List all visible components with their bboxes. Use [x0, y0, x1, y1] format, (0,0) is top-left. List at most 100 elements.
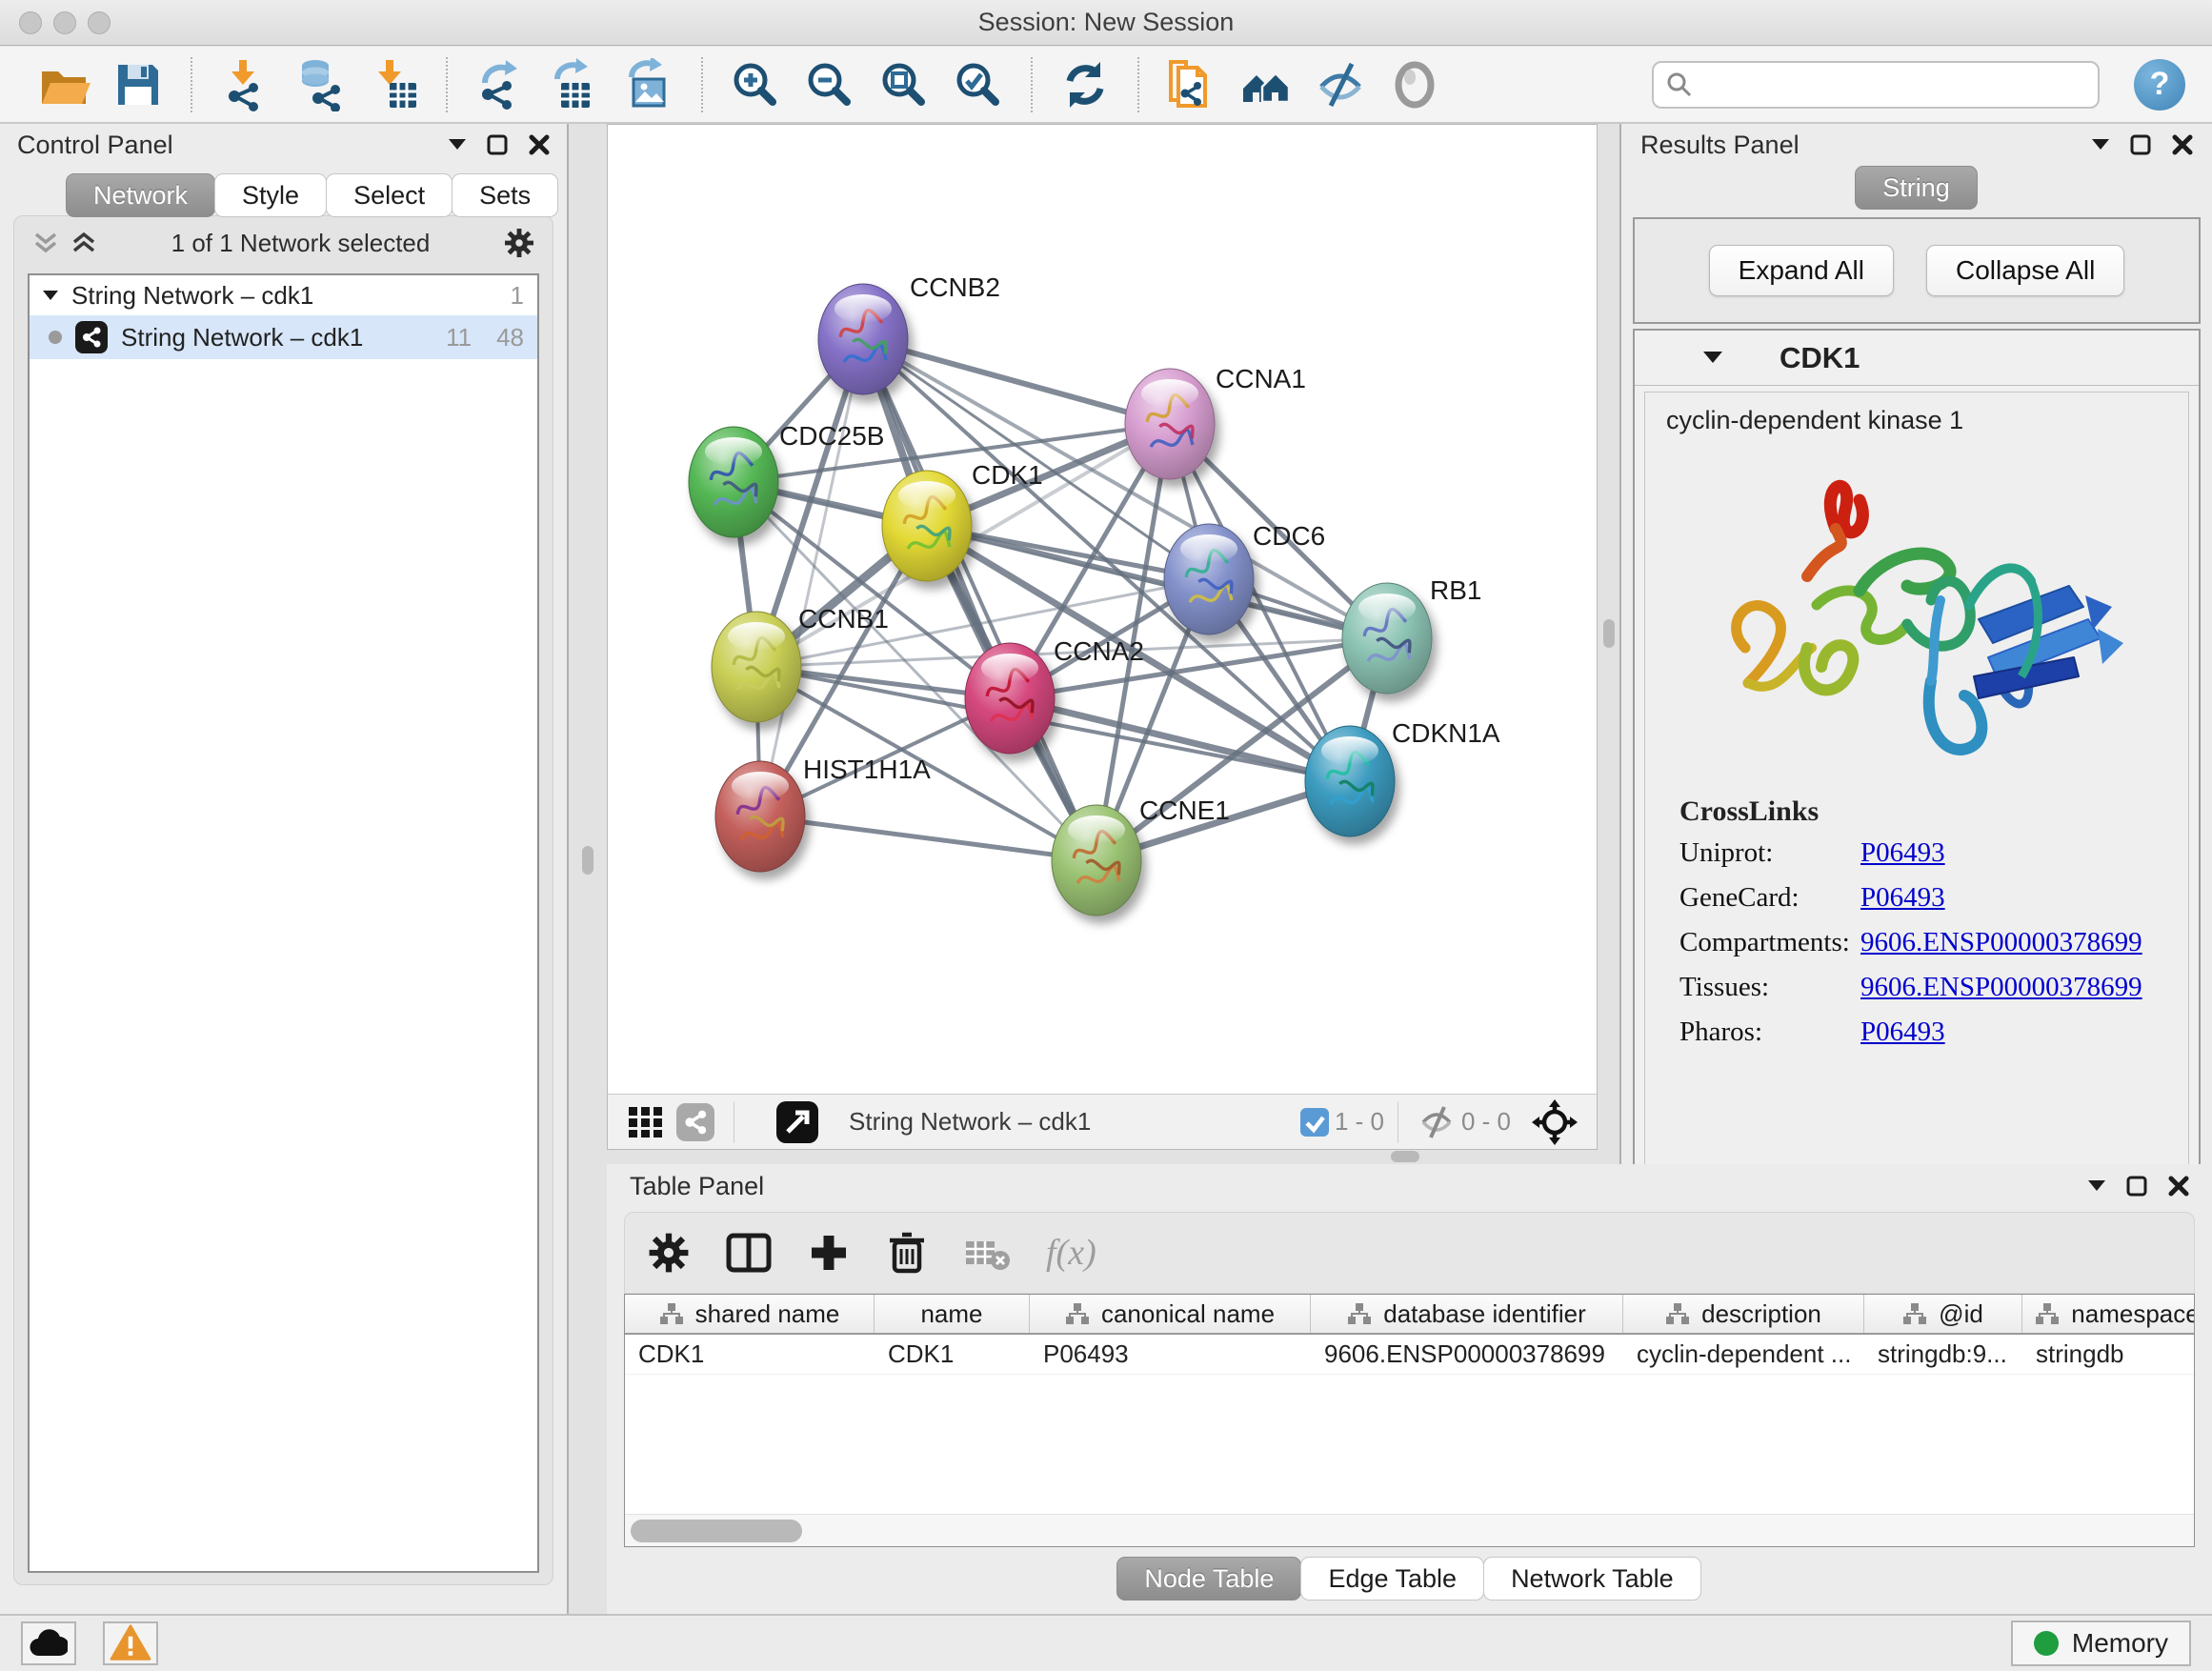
control-panel-title: Control Panel: [17, 131, 173, 160]
column-header-canonical-name[interactable]: canonical name: [1030, 1295, 1311, 1333]
show-eye-icon[interactable]: [1385, 55, 1444, 114]
import-network-database-icon[interactable]: [290, 55, 349, 114]
network-collection-row[interactable]: String Network – cdk1 1: [30, 275, 537, 315]
panel-close-icon[interactable]: [2172, 134, 2193, 155]
tab-node-table[interactable]: Node Table: [1116, 1557, 1301, 1601]
zoom-selected-icon[interactable]: [949, 55, 1008, 114]
help-icon[interactable]: ?: [2134, 59, 2185, 111]
toolbar-separator: [1031, 57, 1033, 112]
birdseye-view-icon[interactable]: [776, 1101, 818, 1143]
cell-name[interactable]: CDK1: [875, 1335, 1030, 1374]
selected-checkbox-icon[interactable]: [1300, 1108, 1329, 1137]
open-in-string-icon[interactable]: [1162, 55, 1221, 114]
panel-float-icon[interactable]: [487, 134, 508, 155]
cell-at-id[interactable]: stringdb:9...: [1864, 1335, 2022, 1374]
cell-shared-name[interactable]: CDK1: [625, 1335, 875, 1374]
tab-style[interactable]: Style: [214, 173, 327, 217]
import-table-file-icon[interactable]: [364, 55, 423, 114]
cell-description[interactable]: cyclin-dependent ...: [1623, 1335, 1864, 1374]
column-header-at-id[interactable]: @id: [1864, 1295, 2022, 1333]
warning-button[interactable]: [103, 1621, 158, 1665]
tab-network-table[interactable]: Network Table: [1483, 1557, 1701, 1601]
apply-layout-icon[interactable]: [1056, 55, 1115, 114]
search-input[interactable]: [1694, 70, 2086, 99]
panel-menu-icon[interactable]: [2088, 1180, 2105, 1192]
expand-all-icon[interactable]: [71, 232, 96, 253]
network-edge[interactable]: [760, 339, 863, 816]
panel-float-icon[interactable]: [2126, 1176, 2147, 1197]
table-row[interactable]: CDK1 CDK1 P06493 9606.ENSP00000378699 cy…: [625, 1335, 2194, 1375]
tab-string-results[interactable]: String: [1855, 166, 1978, 210]
tab-sets[interactable]: Sets: [452, 173, 558, 217]
zoom-in-icon[interactable]: [726, 55, 785, 114]
pharos-link[interactable]: P06493: [1860, 1017, 1945, 1048]
section-collapse-icon[interactable]: [1703, 352, 1722, 364]
scrollbar-thumb[interactable]: [631, 1520, 802, 1542]
network-share-icon[interactable]: [676, 1103, 714, 1141]
network-node-ccna1[interactable]: [1125, 369, 1215, 479]
right-splitter-handle[interactable]: [1603, 619, 1615, 648]
tree-expand-icon[interactable]: [43, 291, 58, 301]
tab-edge-table[interactable]: Edge Table: [1300, 1557, 1484, 1601]
compartments-link[interactable]: 9606.ENSP00000378699: [1860, 927, 2142, 958]
column-header-name[interactable]: name: [875, 1295, 1030, 1333]
network-node-ccnb2[interactable]: [818, 284, 908, 394]
left-splitter-handle[interactable]: [582, 846, 593, 875]
network-node-cdkn1a[interactable]: [1305, 726, 1395, 836]
tab-select[interactable]: Select: [326, 173, 452, 217]
table-gear-icon[interactable]: [648, 1232, 690, 1274]
network-node-hist1h1a[interactable]: [715, 761, 805, 872]
export-table-icon[interactable]: [545, 55, 604, 114]
network-node-ccna2[interactable]: [965, 643, 1055, 754]
panel-menu-icon[interactable]: [2092, 139, 2109, 151]
column-header-namespace[interactable]: namespace: [2022, 1295, 2195, 1333]
gene-section-header[interactable]: CDK1: [1635, 331, 2199, 386]
expand-all-button[interactable]: Expand All: [1709, 245, 1894, 296]
network-edge[interactable]: [760, 816, 1096, 860]
zoom-fit-icon[interactable]: [875, 55, 934, 114]
network-node-cdc25b[interactable]: [689, 427, 778, 537]
tab-network[interactable]: Network: [66, 173, 215, 217]
panel-close-icon[interactable]: [529, 134, 550, 155]
fit-content-crosshair-icon[interactable]: [1532, 1099, 1578, 1145]
show-columns-icon[interactable]: [726, 1232, 772, 1274]
network-node-ccnb1[interactable]: [712, 612, 801, 722]
network-node-cdc6[interactable]: [1164, 524, 1254, 634]
hide-unhide-icon[interactable]: [1311, 55, 1370, 114]
add-column-icon[interactable]: [808, 1232, 850, 1274]
hidden-eye-icon[interactable]: [1418, 1103, 1456, 1141]
panel-menu-icon[interactable]: [449, 139, 466, 151]
column-header-shared-name[interactable]: shared name: [625, 1295, 875, 1333]
open-session-icon[interactable]: [34, 55, 93, 114]
collapse-all-button[interactable]: Collapse All: [1926, 245, 2124, 296]
home-icon[interactable]: [1237, 55, 1296, 114]
memory-button[interactable]: Memory: [2011, 1621, 2191, 1666]
network-node-ccne1[interactable]: [1052, 805, 1141, 916]
collapse-all-icon[interactable]: [33, 232, 58, 253]
uniprot-link[interactable]: P06493: [1860, 837, 1945, 869]
bottom-splitter-handle[interactable]: [1391, 1151, 1419, 1162]
panel-float-icon[interactable]: [2130, 134, 2151, 155]
network-row-selected[interactable]: String Network – cdk1 1148: [30, 315, 537, 359]
table-horizontal-scrollbar[interactable]: [625, 1514, 2194, 1546]
import-network-file-icon[interactable]: [215, 55, 274, 114]
cell-database-identifier[interactable]: 9606.ENSP00000378699: [1311, 1335, 1623, 1374]
tissues-link[interactable]: 9606.ENSP00000378699: [1860, 972, 2142, 1003]
zoom-out-icon[interactable]: [800, 55, 859, 114]
gear-icon[interactable]: [505, 229, 533, 257]
delete-column-icon[interactable]: [886, 1231, 928, 1275]
column-header-database-identifier[interactable]: database identifier: [1311, 1295, 1623, 1333]
export-network-icon[interactable]: [471, 55, 530, 114]
network-node-cdk1[interactable]: [882, 471, 972, 581]
panel-close-icon[interactable]: [2168, 1176, 2189, 1197]
grid-view-icon[interactable]: [627, 1103, 665, 1141]
genecard-link[interactable]: P06493: [1860, 882, 1945, 914]
save-session-icon[interactable]: [109, 55, 168, 114]
network-canvas[interactable]: CCNB2CCNA1CDC25BCDK1CDC6RB1CCNB1CCNA2CDK…: [608, 125, 1597, 1094]
cell-canonical-name[interactable]: P06493: [1030, 1335, 1311, 1374]
export-image-icon[interactable]: [619, 55, 678, 114]
cell-namespace[interactable]: stringdb: [2022, 1335, 2195, 1374]
column-header-description[interactable]: description: [1623, 1295, 1864, 1333]
network-node-rb1[interactable]: [1342, 583, 1432, 694]
cloud-button[interactable]: [21, 1621, 76, 1665]
